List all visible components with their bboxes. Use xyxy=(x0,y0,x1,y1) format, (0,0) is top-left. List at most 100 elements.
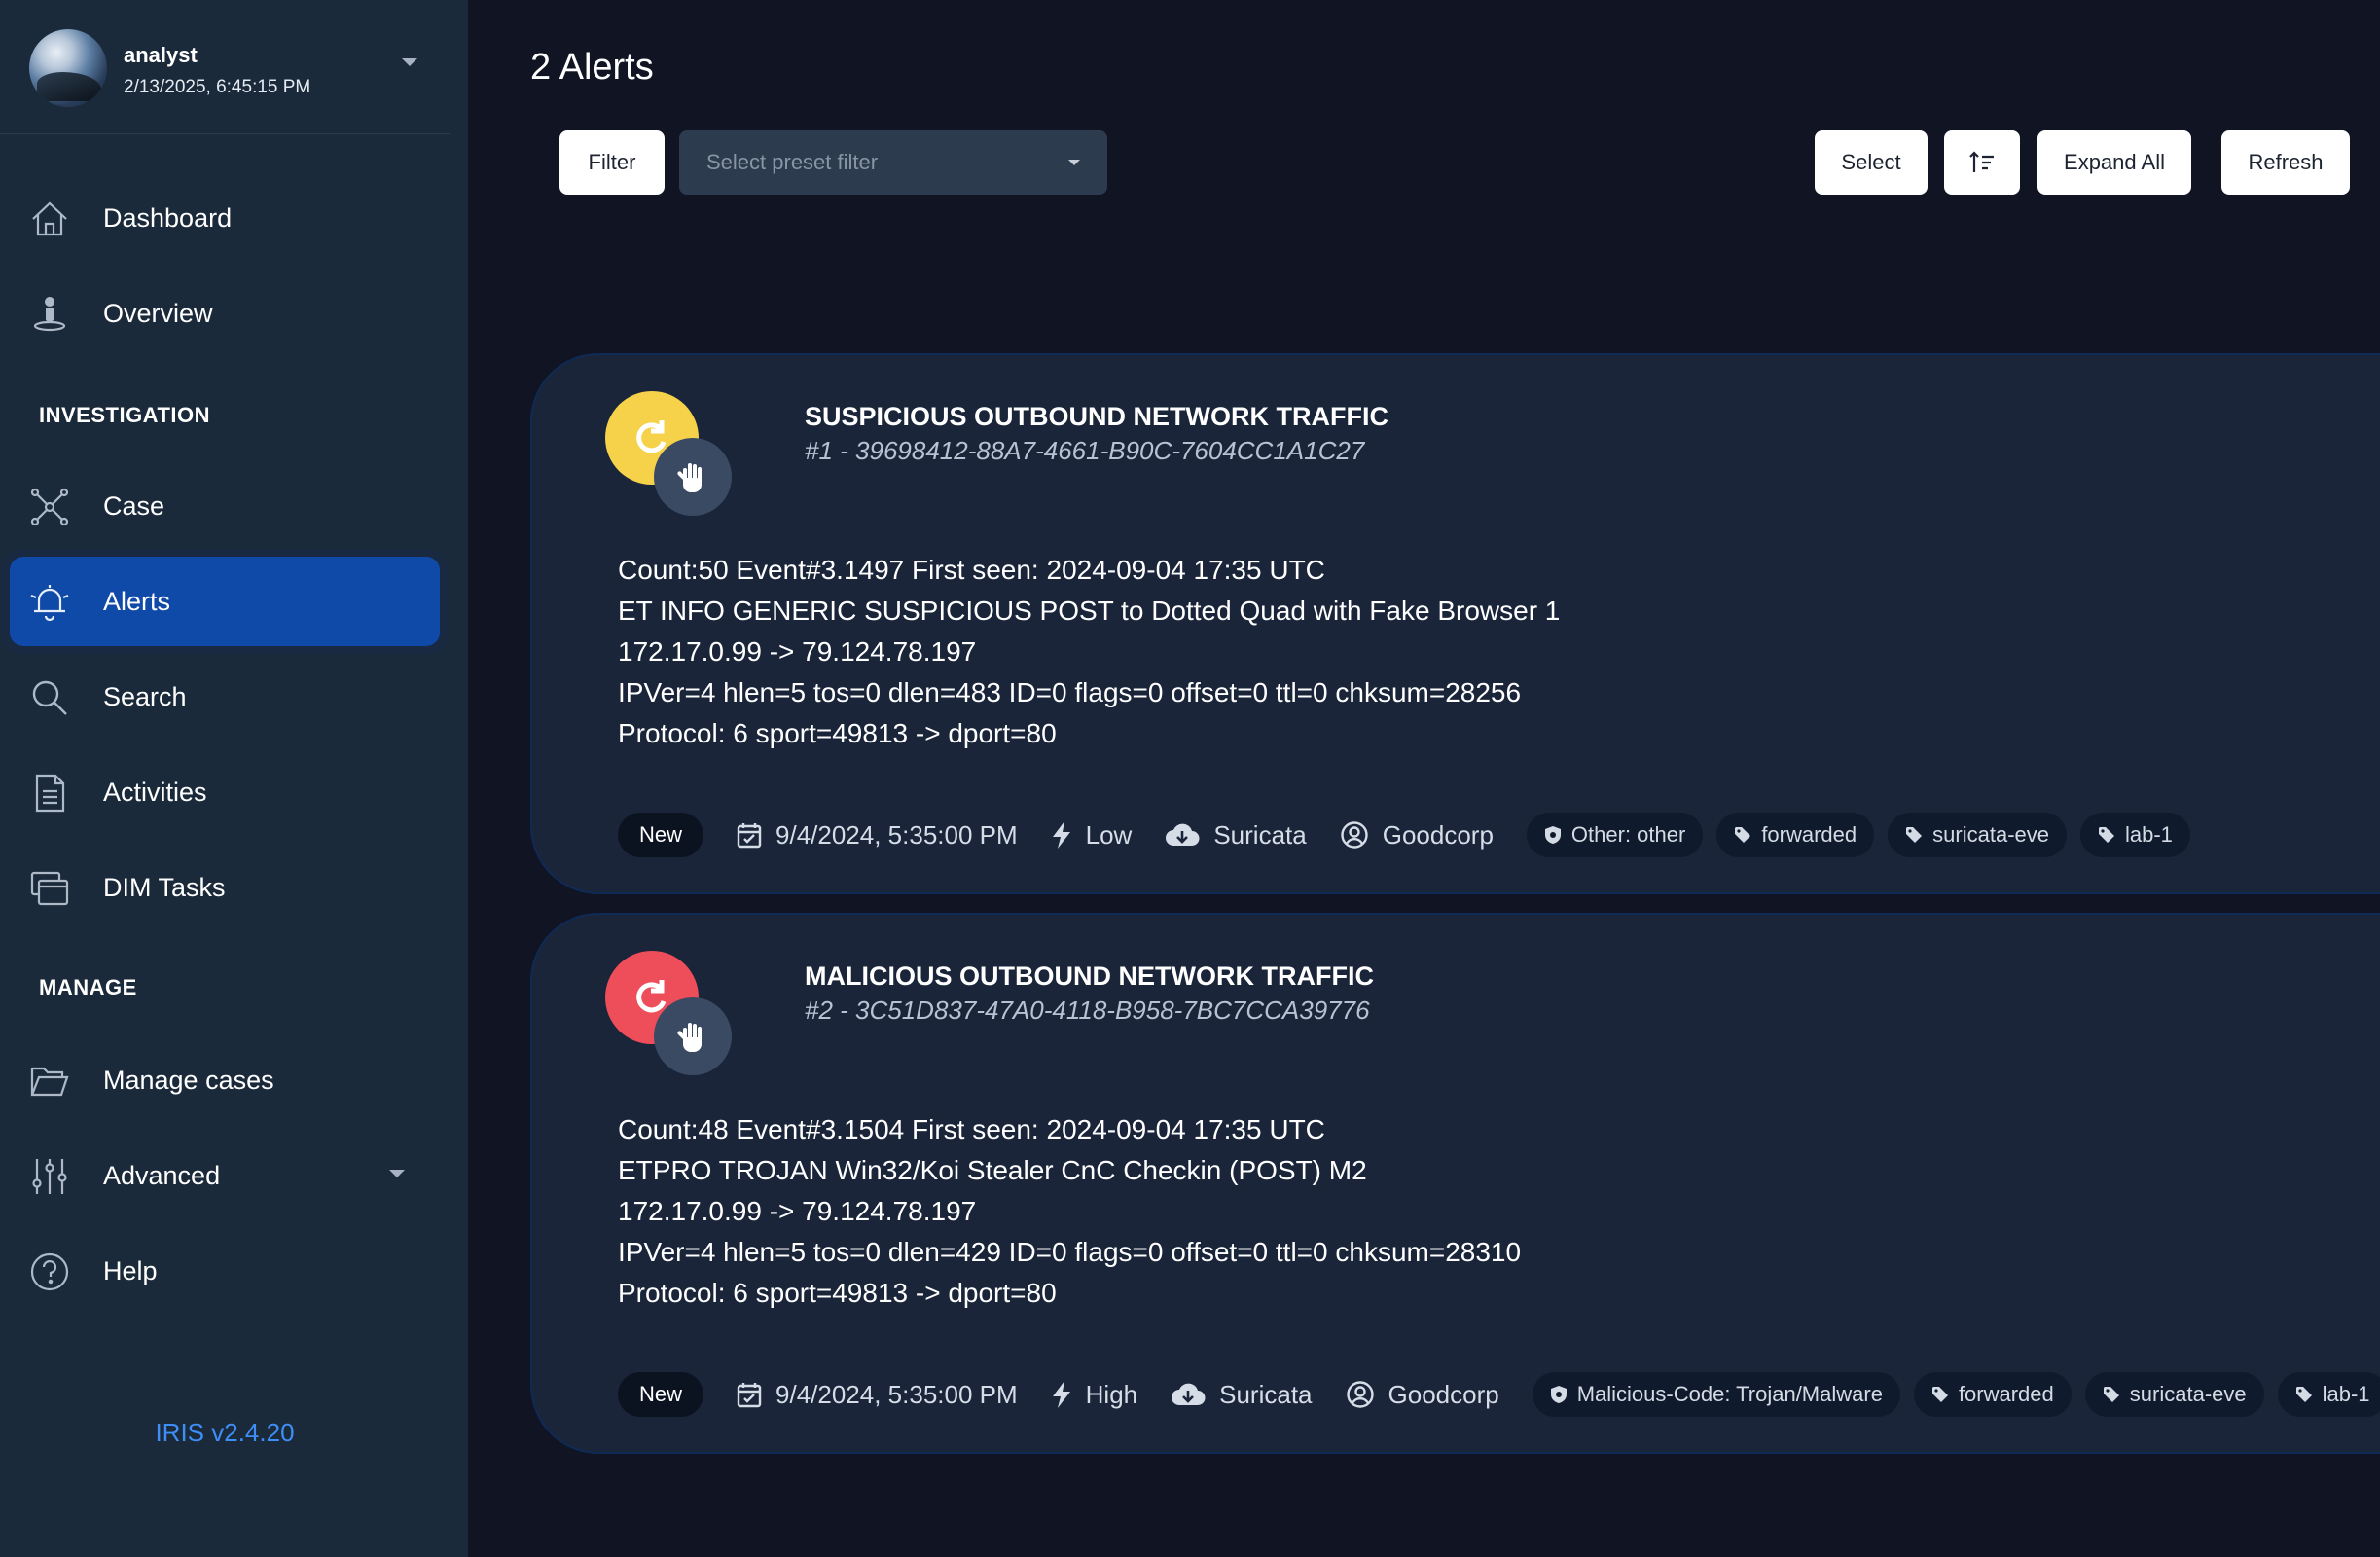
tag: suricata-eve xyxy=(2084,1372,2264,1417)
alert-severity: Low xyxy=(1051,819,1133,851)
page-title: 2 Alerts xyxy=(530,47,654,88)
tag: suricata-eve xyxy=(1888,813,2067,857)
sidebar-item-dim-tasks[interactable]: DIM Tasks xyxy=(10,843,440,932)
user-profile[interactable]: analyst 2/13/2025, 6:45:15 PM xyxy=(0,0,450,134)
hand-icon[interactable] xyxy=(654,997,732,1075)
user-circle-icon xyxy=(1341,821,1368,849)
alert-date: 9/4/2024, 5:35:00 PM xyxy=(737,820,1018,851)
expand-all-button[interactable]: Expand All xyxy=(2037,130,2191,195)
sidebar-item-alerts[interactable]: Alerts xyxy=(10,557,440,646)
sidebar-item-help[interactable]: Help xyxy=(10,1226,440,1316)
sort-button[interactable] xyxy=(1944,130,2020,195)
sidebar-item-overview[interactable]: Overview xyxy=(10,269,440,358)
alert-source: Suricata xyxy=(1165,820,1307,851)
tag-label: lab-1 xyxy=(2322,1382,2370,1406)
preset-filter-placeholder: Select preset filter xyxy=(706,150,879,174)
filter-button[interactable]: Filter xyxy=(559,130,665,195)
cloud-download-icon xyxy=(1166,823,1200,846)
sidebar-item-label: Overview xyxy=(103,298,213,328)
chevron-down-icon xyxy=(389,1170,405,1177)
alert-title[interactable]: SUSPICIOUS OUTBOUND NETWORK TRAFFIC xyxy=(805,402,1388,432)
alert-date-text: 9/4/2024, 5:35:00 PM xyxy=(775,1379,1018,1409)
tag-icon xyxy=(1735,827,1751,843)
sidebar: analyst 2/13/2025, 6:45:15 PM Dashboard … xyxy=(0,0,469,1557)
alert-severity-text: High xyxy=(1085,1379,1138,1409)
status-badge: New xyxy=(618,813,704,857)
sidebar-item-activities[interactable]: Activities xyxy=(10,747,440,837)
sidebar-item-search[interactable]: Search xyxy=(10,652,440,742)
alert-title[interactable]: MALICIOUS OUTBOUND NETWORK TRAFFIC xyxy=(805,961,1374,992)
alert-customer: Goodcorp xyxy=(1340,820,1494,851)
search-icon xyxy=(32,680,67,715)
alert-card[interactable]: MALICIOUS OUTBOUND NETWORK TRAFFIC #2 - … xyxy=(530,913,2380,1454)
tag-label: forwarded xyxy=(1958,1382,2054,1406)
refresh-button[interactable]: Refresh xyxy=(2221,130,2350,195)
document-icon xyxy=(35,774,65,813)
sidebar-item-label: Activities xyxy=(103,777,207,807)
alert-desc-line: Protocol: 6 sport=49813 -> dport=80 xyxy=(618,718,1057,748)
tag-label: Other: other xyxy=(1570,822,1686,847)
tag-label: forwarded xyxy=(1761,822,1857,847)
tag-icon xyxy=(1906,827,1923,843)
sidebar-item-label: Dashboard xyxy=(103,202,233,233)
alert-customer: Goodcorp xyxy=(1346,1380,1499,1410)
user-circle-icon xyxy=(1346,1381,1374,1408)
sort-icon xyxy=(1969,151,1994,172)
tag-label: suricata-eve xyxy=(1932,822,2049,847)
alert-description: Count:50 Event#3.1497 First seen: 2024-0… xyxy=(618,550,1560,754)
version-link[interactable]: IRIS v2.4.20 xyxy=(0,1418,450,1448)
tag: forwarded xyxy=(1716,813,1875,857)
sidebar-item-label: Alerts xyxy=(103,586,171,616)
alert-customer-text: Goodcorp xyxy=(1388,1379,1499,1409)
sidebar-item-advanced[interactable]: Advanced xyxy=(10,1131,440,1220)
user-datetime: 2/13/2025, 6:45:15 PM xyxy=(124,77,311,97)
alert-source: Suricata xyxy=(1171,1380,1313,1410)
bell-icon xyxy=(30,585,69,622)
nav-section-manage: MANAGE xyxy=(39,975,137,999)
sidebar-item-case[interactable]: Case xyxy=(10,461,440,551)
alert-desc-line: 172.17.0.99 -> 79.124.78.197 xyxy=(618,1196,977,1226)
sidebar-item-dashboard[interactable]: Dashboard xyxy=(10,173,440,263)
alert-uid: #1 - 39698412-88A7-4661-B90C-7604CC1A1C2… xyxy=(805,436,1365,465)
alert-card[interactable]: SUSPICIOUS OUTBOUND NETWORK TRAFFIC #1 -… xyxy=(530,353,2380,894)
cloud-download-icon xyxy=(1172,1383,1206,1405)
calendar-icon xyxy=(737,1383,762,1408)
sidebar-item-label: Case xyxy=(103,490,165,521)
chevron-down-icon[interactable] xyxy=(402,58,417,66)
hand-icon[interactable] xyxy=(654,438,732,516)
tag: lab-1 xyxy=(2277,1372,2380,1417)
help-icon xyxy=(30,1252,69,1291)
sidebar-item-label: Manage cases xyxy=(103,1065,274,1095)
status-badge: New xyxy=(618,1372,704,1417)
tag-label: Malicious-Code: Trojan/Malware xyxy=(1576,1382,1883,1406)
preset-filter-select[interactable]: Select preset filter xyxy=(679,130,1107,195)
tag-label: suricata-eve xyxy=(2129,1382,2247,1406)
sliders-icon xyxy=(32,1159,67,1194)
select-button[interactable]: Select xyxy=(1815,130,1928,195)
user-name: analyst xyxy=(124,43,198,67)
sidebar-item-manage-cases[interactable]: Manage cases xyxy=(10,1035,440,1125)
network-icon xyxy=(30,488,69,526)
alert-desc-line: Protocol: 6 sport=49813 -> dport=80 xyxy=(618,1278,1057,1308)
alert-desc-line: ET INFO GENERIC SUSPICIOUS POST to Dotte… xyxy=(618,596,1561,626)
alert-desc-line: Count:48 Event#3.1504 First seen: 2024-0… xyxy=(618,1114,1325,1144)
chevron-down-icon xyxy=(1068,160,1080,165)
calendar-icon xyxy=(737,823,762,849)
sidebar-item-label: Advanced xyxy=(103,1160,221,1190)
bolt-icon xyxy=(1052,1381,1070,1408)
bolt-icon xyxy=(1052,821,1070,849)
tag-icon xyxy=(1931,1387,1948,1402)
home-icon xyxy=(32,201,67,236)
sidebar-item-label: DIM Tasks xyxy=(103,872,226,902)
alert-desc-line: 172.17.0.99 -> 79.124.78.197 xyxy=(618,636,977,667)
avatar xyxy=(29,29,107,107)
alert-meta: New 9/4/2024, 5:35:00 PM High Suricata G xyxy=(618,1372,2380,1417)
alert-severity: High xyxy=(1051,1380,1137,1410)
nav-section-investigation: INVESTIGATION xyxy=(39,403,210,427)
tag-icon xyxy=(2295,1387,2312,1402)
tag: lab-1 xyxy=(2080,813,2190,857)
alert-severity-text: Low xyxy=(1085,819,1133,850)
tag-label: lab-1 xyxy=(2125,822,2173,847)
alert-date-text: 9/4/2024, 5:35:00 PM xyxy=(775,819,1018,850)
alert-date: 9/4/2024, 5:35:00 PM xyxy=(737,1380,1018,1410)
